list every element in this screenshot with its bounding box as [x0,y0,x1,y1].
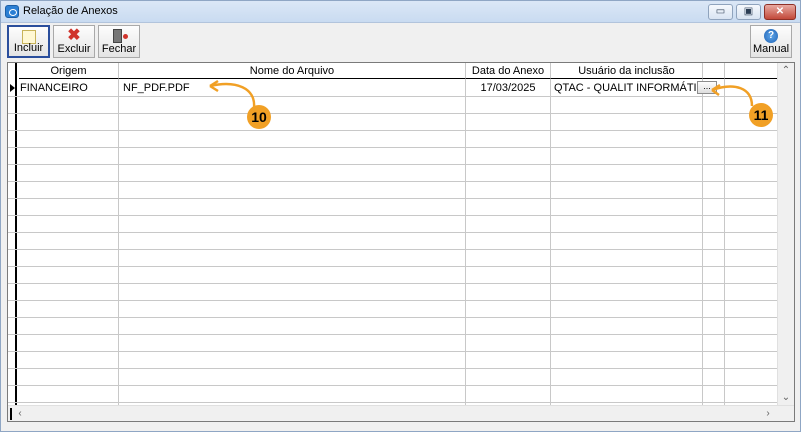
cell-data-anexo[interactable]: 17/03/2025 [466,80,550,96]
grid-hline [8,351,778,352]
grid-hline [8,198,778,199]
grid-hline [8,147,778,148]
scroll-up-icon[interactable]: ⌃ [778,63,794,79]
callout-badge-11: 11 [749,103,773,127]
grid-vline [118,79,119,406]
close-button[interactable]: ✕ [764,4,796,20]
restore-button[interactable]: ▣ [736,4,761,20]
incluir-label: Incluir [13,42,44,54]
grid-hline [8,215,778,216]
grid-hline [8,232,778,233]
column-header-data-anexo[interactable]: Data do Anexo [466,63,551,79]
window-title: Relação de Anexos [23,5,118,17]
toolbar: Incluir ✖ Excluir Fechar ? Manual [1,23,800,59]
exit-door-icon [113,29,128,43]
delete-icon: ✖ [67,27,81,44]
current-row-arrow-icon [10,84,15,92]
grid-hline [8,164,778,165]
scroll-down-icon[interactable]: ⌄ [778,390,794,406]
grid-hline [8,181,778,182]
grid-hline [8,130,778,131]
column-header-nome-arquivo[interactable]: Nome do Arquivo [119,63,466,79]
attachments-grid-frame: Origem Nome do Arquivo Data do Anexo Usu… [7,62,795,422]
grid-vline [724,79,725,406]
grid-hline [8,283,778,284]
grid-hline [8,249,778,250]
incluir-button[interactable]: Incluir [7,25,50,58]
grid-hline [8,300,778,301]
excluir-label: Excluir [57,43,91,55]
app-icon [5,5,19,18]
anexos-window: Relação de Anexos ▭ ▣ ✕ Incluir ✖ Exclui… [0,0,801,432]
grid-hline [8,368,778,369]
help-icon: ? [764,29,778,43]
open-attachment-button[interactable]: ... [697,81,717,94]
column-header-action [703,63,725,79]
minimize-button[interactable]: ▭ [708,4,733,20]
grid-hline [8,334,778,335]
title-bar: Relação de Anexos ▭ ▣ ✕ [1,1,800,23]
cell-usuario[interactable]: QTAC - QUALIT INFORMÁTICA [554,80,701,96]
grid-hline [8,402,778,403]
manual-label: Manual [752,43,790,55]
horizontal-scrollbar[interactable]: ‹ › [8,405,794,421]
attachments-grid: Origem Nome do Arquivo Data do Anexo Usu… [8,63,778,406]
row-indicator-column [8,63,17,406]
grid-hline [8,266,778,267]
grid-hline [8,385,778,386]
grid-vline [550,79,551,406]
grid-hline [8,113,778,114]
scroll-left-icon[interactable]: ‹ [12,406,28,421]
grid-vline [465,79,466,406]
cell-nome-arquivo[interactable]: NF_PDF.PDF [123,80,463,96]
vertical-scrollbar[interactable]: ⌃ ⌄ [777,63,794,406]
cell-origem[interactable]: FINANCEIRO [20,80,118,96]
grid-hline [8,96,778,97]
grid-vline [702,79,703,406]
column-header-origem[interactable]: Origem [19,63,119,79]
fechar-button[interactable]: Fechar [98,25,140,58]
column-header-blank [725,63,778,79]
grid-hline [8,317,778,318]
column-header-usuario[interactable]: Usuário da inclusão [551,63,703,79]
callout-badge-10: 10 [247,105,271,129]
scroll-right-icon[interactable]: › [760,406,776,421]
manual-button[interactable]: ? Manual [750,25,792,58]
fechar-label: Fechar [101,43,137,55]
excluir-button[interactable]: ✖ Excluir [53,25,95,58]
